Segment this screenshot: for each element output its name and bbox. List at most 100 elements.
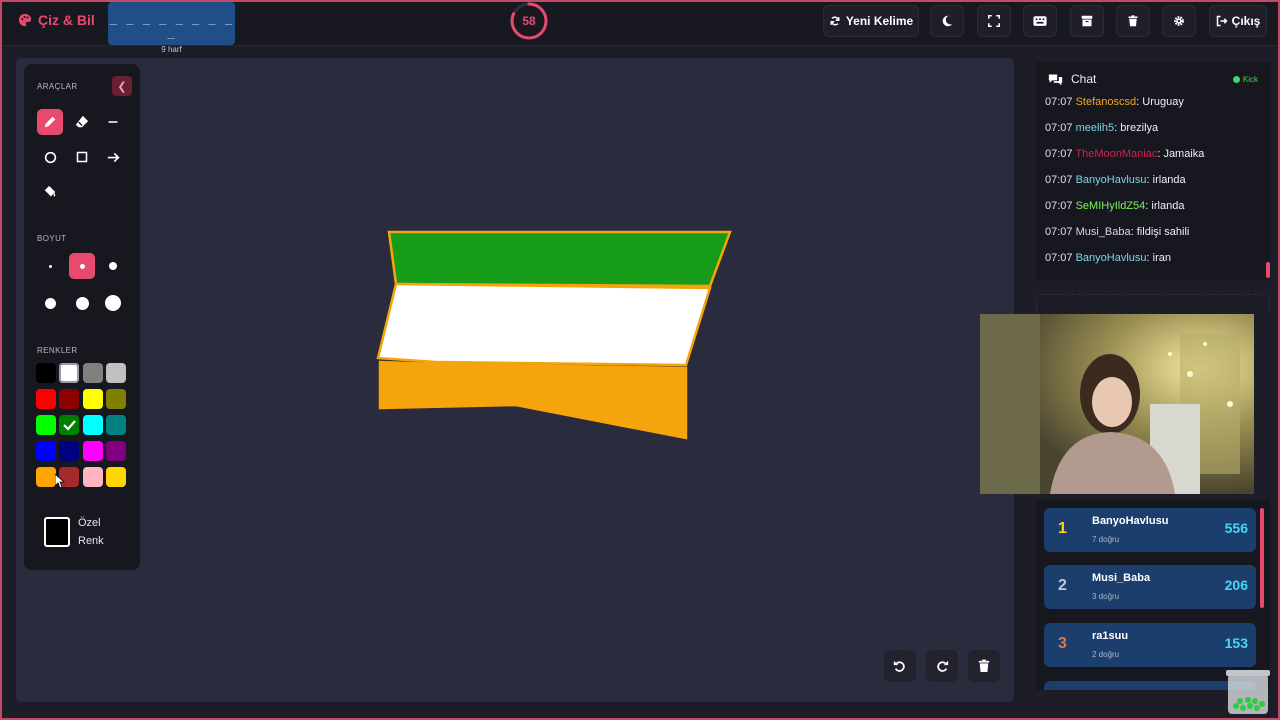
arrow-tool-button[interactable] [100,144,126,170]
app-name: Çiz & Bil [38,12,95,28]
correct-count: 7 doğru [1092,535,1120,544]
settings-button[interactable] [1162,5,1196,37]
timer-value: 58 [522,14,536,28]
round-timer: 58 [509,1,549,41]
size-option-4[interactable] [37,290,63,316]
size-option-3[interactable] [100,253,126,279]
size-title: BOYUT [37,234,67,243]
fullscreen-icon [988,15,1000,27]
color-swatch[interactable] [82,363,103,383]
leaderboard-row[interactable]: 3 ra1suu 2 doğru 153 [1044,623,1256,667]
trash-icon [1128,15,1138,27]
chevron-left-icon: ❮ [117,80,127,93]
color-swatch[interactable] [36,363,56,383]
color-swatch[interactable] [105,415,126,435]
color-swatch[interactable] [105,389,126,409]
mouse-cursor-icon [55,474,65,488]
color-swatch[interactable] [59,363,80,383]
eraser-tool-button[interactable] [69,109,95,135]
leaderboard-row[interactable]: 1 BanyoHavlusu 7 doğru 556 [1044,508,1256,552]
arrow-icon [107,152,120,162]
size-option-6[interactable] [100,290,126,316]
word-pattern: _ _ _ _ _ _ _ _ _ [109,11,234,39]
dark-mode-button[interactable] [930,5,964,37]
chat-messages[interactable]: 07:07 Stefanoscsd: Uruguay 07:07 meelih5… [1045,96,1270,278]
comments-icon [1048,74,1063,85]
top-bar: Çiz & Bil _ _ _ _ _ _ _ _ _ 9 harf 58 Ye… [0,0,1280,54]
custom-color-label: Özel Renk [78,517,104,547]
player-points: 206 [1224,577,1248,593]
chat-user: TheMoonManiac [1075,148,1158,160]
chat-user: BanyoHavlusu [1075,174,1147,186]
keyboard-button[interactable] [1023,5,1057,37]
size-option-2[interactable] [69,253,95,279]
custom-color-button[interactable]: Özel Renk [44,514,118,550]
color-swatch[interactable] [82,389,103,409]
new-word-button[interactable]: Yeni Kelime [823,5,919,37]
chat-title: Chat [1071,72,1097,86]
fill-tool-button[interactable] [37,179,63,205]
collapse-tools-button[interactable]: ❮ [112,76,132,96]
clear-canvas-button[interactable] [968,650,1000,682]
color-swatch[interactable] [82,441,103,461]
color-swatch[interactable] [82,467,103,487]
size-option-5[interactable] [69,290,95,316]
trash-icon [978,659,990,672]
archive-button[interactable] [1070,5,1104,37]
drawing-canvas[interactable] [16,58,1014,702]
new-word-label: Yeni Kelime [845,14,914,28]
circle-icon [44,151,56,163]
color-swatch[interactable] [105,441,126,461]
color-swatch[interactable] [105,467,126,487]
gear-icon [1174,16,1184,26]
size-option-1[interactable] [37,253,63,279]
canvas-actions [884,650,1000,682]
line-icon [108,121,118,123]
chat-user: BanyoHavlusu [1075,252,1147,264]
leaderboard-scrollbar[interactable] [1260,508,1264,608]
undo-button[interactable] [884,650,916,682]
chat-panel: Chat Kick 07:07 Stefanoscsd: Uruguay 07:… [1036,62,1270,280]
chat-message: 07:07 SeMIHyIldZ54: irlanda [1045,200,1185,212]
drawn-green-stripe [387,230,732,288]
circle-tool-button[interactable] [37,144,63,170]
color-swatch[interactable] [59,441,80,461]
color-swatch[interactable] [36,467,56,487]
archive-icon [1081,15,1093,27]
correct-count: 2 doğru [1092,650,1120,659]
platform-label: Kick [1242,75,1258,84]
color-swatch[interactable] [105,363,126,383]
palette-icon [18,13,32,27]
exit-button[interactable]: Çıkış [1209,5,1267,37]
color-swatch[interactable] [82,415,103,435]
pencil-tool-button[interactable] [37,109,63,135]
color-swatch[interactable] [36,441,56,461]
eraser-icon [75,115,89,128]
color-swatch[interactable] [36,415,56,435]
tools-panel: ARAÇLAR ❮ BOYUT RENKLER Özel Renk [24,64,140,570]
color-swatch[interactable] [59,415,80,435]
fullscreen-button[interactable] [977,5,1011,37]
colors-title: RENKLER [37,346,78,355]
custom-color-swatch [44,517,70,547]
chat-scrollbar[interactable] [1266,262,1270,278]
color-swatch[interactable] [36,389,56,409]
rank-number: 1 [1058,520,1067,537]
keyboard-icon [1033,16,1047,26]
leaderboard-row[interactable]: 2 Musi_Baba 3 doğru 206 [1044,565,1256,609]
player-points: 153 [1224,635,1248,651]
drawn-orange-stripe [378,360,688,440]
square-tool-button[interactable] [69,144,95,170]
rank-number: 3 [1058,635,1067,652]
redo-button[interactable] [926,650,958,682]
color-swatch[interactable] [59,389,80,409]
line-tool-button[interactable] [100,109,126,135]
jar-icon [1226,670,1270,714]
chat-user: meelih5 [1075,122,1115,134]
chat-message: 07:07 Musi_Baba: fildişi sahili [1045,226,1190,238]
app-logo[interactable]: Çiz & Bil [18,12,95,28]
chat-header: Chat [1048,72,1096,86]
moon-icon [942,15,953,27]
clear-all-button[interactable] [1116,5,1150,37]
leaderboard-panel: 1 BanyoHavlusu 7 doğru 556 2 Musi_Baba 3… [1036,500,1270,690]
